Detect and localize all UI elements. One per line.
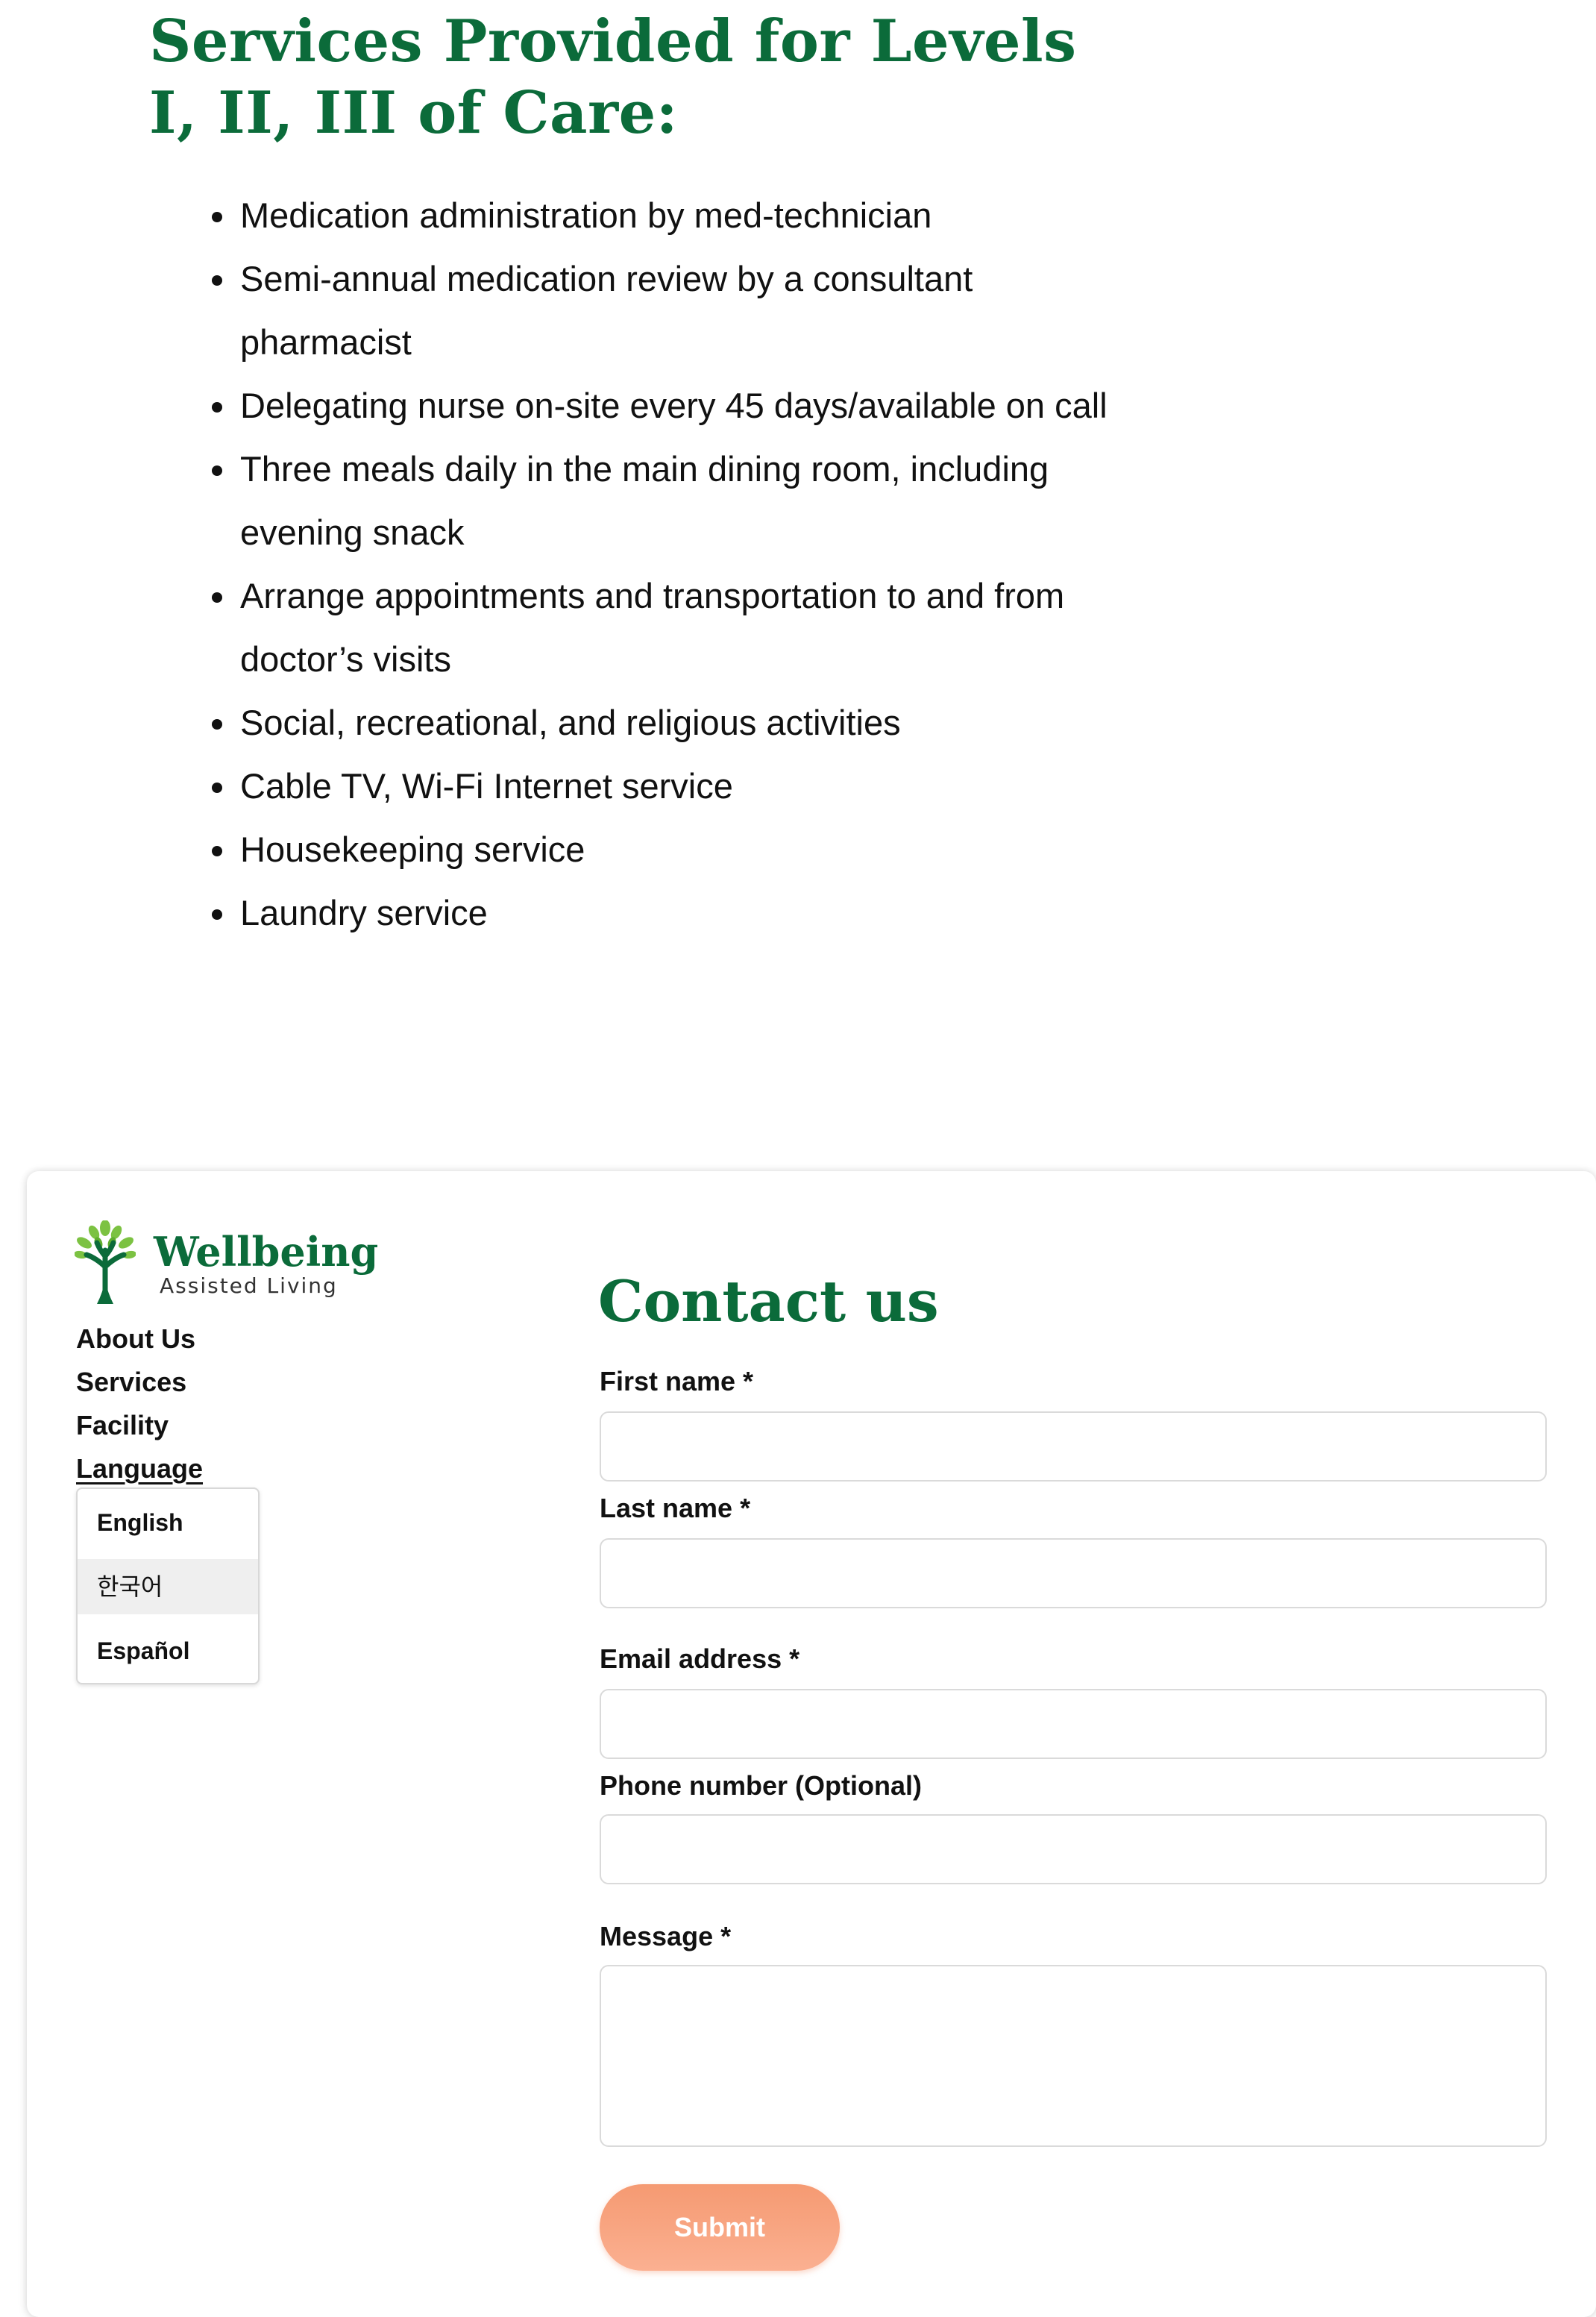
first-name-field[interactable] [600, 1411, 1547, 1482]
nav-link-facility[interactable]: Facility [76, 1404, 449, 1447]
logo[interactable]: Wellbeing Assisted Living [75, 1220, 378, 1310]
email-label: Email address * [600, 1643, 800, 1674]
list-item: Arrange appointments and transportation … [212, 564, 1120, 691]
last-name-field[interactable] [600, 1538, 1547, 1608]
language-dropdown: English 한국어 Español [76, 1487, 260, 1684]
logo-tagline: Assisted Living [160, 1273, 338, 1298]
logo-name: Wellbeing [154, 1228, 379, 1276]
phone-label: Phone number (Optional) [600, 1770, 922, 1801]
contact-title: Contact us [598, 1268, 939, 1335]
list-item: Cable TV, Wi-Fi Internet service [212, 754, 1120, 818]
email-field[interactable] [600, 1689, 1547, 1759]
footer-nav: About Us Services Facility Language [76, 1317, 449, 1490]
first-name-label: First name * [600, 1366, 754, 1396]
tree-icon [75, 1220, 136, 1304]
list-item: Medication administration by med-technic… [212, 184, 1120, 247]
list-item: Semi-annual medication review by a consu… [212, 247, 1120, 374]
last-name-label: Last name * [600, 1493, 751, 1523]
nav-link-about-us[interactable]: About Us [76, 1317, 449, 1361]
list-item: Laundry service [212, 881, 1120, 944]
phone-field[interactable] [600, 1814, 1547, 1884]
nav-link-services[interactable]: Services [76, 1361, 449, 1404]
message-label: Message * [600, 1921, 732, 1951]
list-item: Housekeeping service [212, 818, 1120, 881]
list-item: Three meals daily in the main dining roo… [212, 437, 1120, 564]
language-option-korean[interactable]: 한국어 [78, 1559, 258, 1614]
language-option-english[interactable]: English [78, 1495, 258, 1550]
services-list: Medication administration by med-technic… [209, 184, 1135, 944]
submit-button[interactable]: Submit [600, 2184, 840, 2271]
list-item: Social, recreational, and religious acti… [212, 691, 1120, 754]
message-field[interactable] [600, 1965, 1547, 2147]
list-item: Delegating nurse on-site every 45 days/a… [212, 374, 1120, 437]
nav-link-language[interactable]: Language [76, 1447, 203, 1490]
services-title: Services Provided for Levels I, II, III … [149, 7, 1077, 147]
language-option-spanish[interactable]: Español [78, 1623, 258, 1678]
